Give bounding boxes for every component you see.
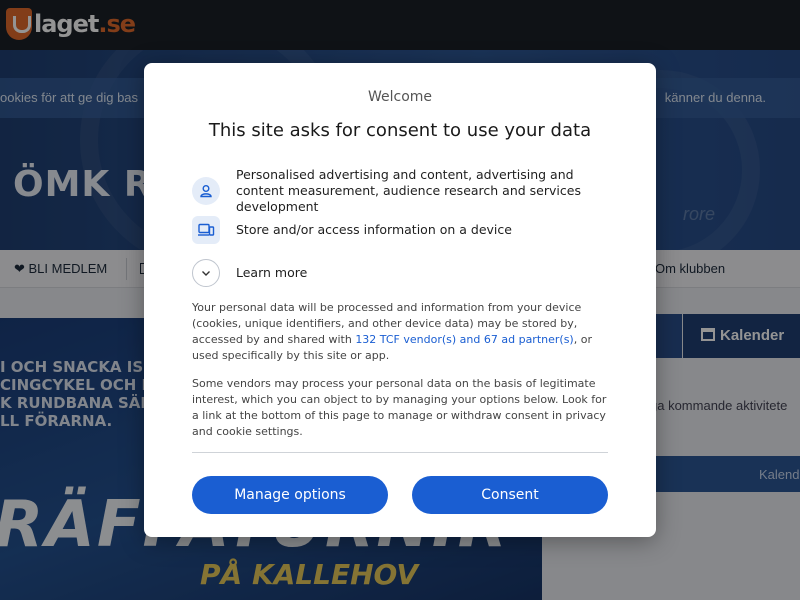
- chevron-down-icon[interactable]: [192, 259, 220, 287]
- dialog-divider: [192, 452, 608, 453]
- purpose-storage: Store and/or access information on a dev…: [192, 216, 606, 244]
- consent-dialog: Welcome This site asks for consent to us…: [144, 63, 656, 537]
- dialog-welcome: Welcome: [367, 89, 433, 105]
- devices-icon: [192, 216, 220, 244]
- purpose-storage-text: Store and/or access information on a dev…: [236, 222, 512, 237]
- person-icon: [192, 177, 220, 205]
- consent-button[interactable]: Consent: [412, 476, 608, 514]
- purpose-advertising: Personalised advertising and content, ad…: [192, 167, 606, 215]
- learn-more-toggle[interactable]: Learn more: [192, 259, 606, 287]
- learn-more-label: Learn more: [236, 265, 308, 280]
- personal-data-paragraph: Your personal data will be processed and…: [192, 300, 608, 364]
- purpose-advertising-text: Personalised advertising and content, ad…: [236, 167, 581, 214]
- legitimate-interest-paragraph: Some vendors may process your personal d…: [192, 377, 607, 438]
- vendors-link[interactable]: 132 TCF vendor(s) and 67 ad partner(s): [355, 333, 573, 346]
- manage-options-button[interactable]: Manage options: [192, 476, 388, 514]
- dialog-title: This site asks for consent to use your d…: [208, 120, 592, 141]
